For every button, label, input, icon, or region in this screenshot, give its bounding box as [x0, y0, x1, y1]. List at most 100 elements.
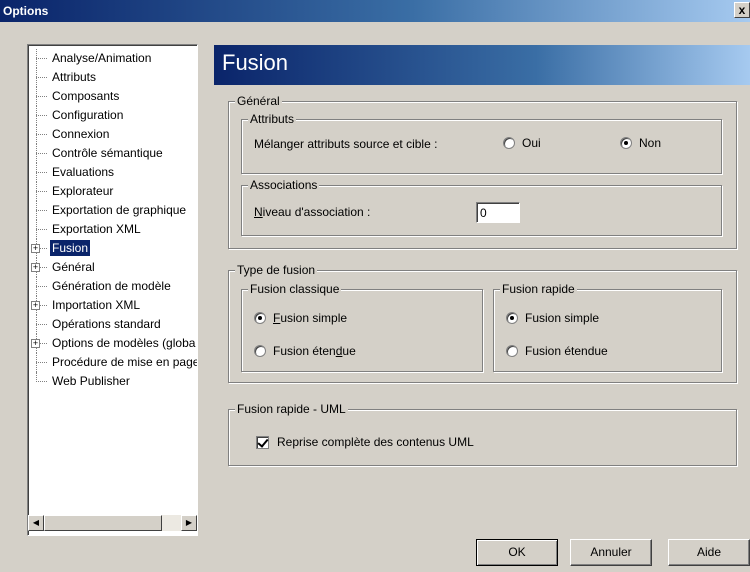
- associations-legend: Associations: [248, 178, 320, 192]
- radio-dot-icon: [506, 345, 518, 357]
- classic-fusion-legend: Fusion classique: [248, 282, 342, 296]
- tree-item[interactable]: Web Publisher: [28, 372, 197, 391]
- tree-branch-line: [36, 172, 47, 173]
- tree-branch-line: [36, 324, 47, 325]
- tree-branch-line: [36, 58, 47, 59]
- page-title: Fusion: [214, 45, 750, 85]
- tree-item[interactable]: Génération de modèle: [28, 277, 197, 296]
- tree-branch-line: [36, 134, 47, 135]
- tree-item[interactable]: Composants: [28, 87, 197, 106]
- tree-branch-line: [36, 77, 47, 78]
- fusion-type-legend: Type de fusion: [235, 263, 318, 277]
- quick-simple-radio[interactable]: Fusion simple: [506, 311, 599, 325]
- help-button[interactable]: Aide: [668, 539, 750, 566]
- tree-item[interactable]: + Importation XML: [28, 296, 197, 315]
- ok-button[interactable]: OK: [476, 539, 558, 566]
- tree-item-label: Opérations standard: [52, 317, 161, 331]
- tree-item-label: Evaluations: [52, 165, 115, 179]
- classic-extended-radio[interactable]: Fusion étendue: [254, 344, 356, 358]
- tree-branch-line: [36, 381, 47, 382]
- radio-dot-icon: [503, 137, 515, 149]
- tree-item[interactable]: Opérations standard: [28, 315, 197, 334]
- scroll-right-button[interactable]: ▶: [181, 515, 197, 531]
- scroll-left-button[interactable]: ◀: [28, 515, 44, 531]
- quick-fusion-legend: Fusion rapide: [500, 282, 577, 296]
- scroll-thumb[interactable]: [44, 515, 162, 531]
- full-uml-content-label: Reprise complète des contenus UML: [277, 435, 474, 449]
- tree-item-label: Importation XML: [52, 298, 141, 312]
- tree-branch-line: [36, 362, 47, 363]
- tree-branch-line: [36, 115, 47, 116]
- tree-item-label: Général: [52, 260, 95, 274]
- classic-simple-label: Fusion simple: [273, 311, 347, 325]
- merge-oui-radio[interactable]: Oui: [503, 136, 541, 150]
- merge-oui-label: Oui: [522, 136, 541, 150]
- tree-item[interactable]: Contrôle sémantique: [28, 144, 197, 163]
- quick-fusion-group: Fusion rapide: [493, 282, 722, 372]
- quick-simple-label: Fusion simple: [525, 311, 600, 325]
- close-button[interactable]: x: [734, 2, 750, 18]
- expand-plus-icon[interactable]: +: [31, 244, 40, 253]
- radio-dot-selected-icon: [506, 312, 518, 324]
- tree-list: Analyse/Animation Attributs Composants Conf…: [28, 49, 197, 391]
- tree-item-label: Attributs: [52, 70, 97, 84]
- tree-item[interactable]: + Général: [28, 258, 197, 277]
- expand-plus-icon[interactable]: +: [31, 263, 40, 272]
- window-title: Options: [3, 4, 49, 18]
- classic-extended-label: Fusion étendue: [273, 344, 356, 358]
- association-level-input[interactable]: 0: [476, 202, 520, 223]
- expand-plus-icon[interactable]: +: [31, 301, 40, 310]
- expand-plus-icon[interactable]: +: [31, 339, 40, 348]
- tree-item[interactable]: + Options de modèles (globa: [28, 334, 197, 353]
- tree-branch-line: [36, 153, 47, 154]
- tree-item-label: Options de modèles (globa: [52, 336, 196, 350]
- association-level-label: Niveau d'association :: [254, 205, 370, 219]
- tree-item[interactable]: Connexion: [28, 125, 197, 144]
- classic-simple-radio[interactable]: Fusion simple: [254, 311, 347, 325]
- merge-non-radio[interactable]: Non: [620, 136, 661, 150]
- tree-item-label: Configuration: [52, 108, 124, 122]
- tree-item-label: Composants: [52, 89, 120, 103]
- tree-item[interactable]: Attributs: [28, 68, 197, 87]
- tree-item[interactable]: Explorateur: [28, 182, 197, 201]
- quick-extended-label: Fusion étendue: [525, 344, 608, 358]
- classic-extended-text-b: ue: [342, 344, 356, 358]
- merge-non-label: Non: [639, 136, 662, 150]
- radio-dot-icon: [254, 345, 266, 357]
- tree-item-label: Procédure de mise en page: [52, 355, 198, 369]
- tree-item[interactable]: Exportation XML: [28, 220, 197, 239]
- cancel-button[interactable]: Annuler: [570, 539, 652, 566]
- association-level-mnemonic: N: [254, 205, 263, 219]
- tree-item[interactable]: Exportation de graphique: [28, 201, 197, 220]
- options-tree[interactable]: Analyse/Animation Attributs Composants Conf…: [27, 44, 198, 536]
- checkmark-icon: [256, 435, 269, 449]
- attributes-legend: Attributs: [248, 112, 297, 126]
- tree-branch-line: [36, 210, 47, 211]
- tree-item-label: Exportation XML: [52, 222, 141, 236]
- tree-item-label: Génération de modèle: [52, 279, 171, 293]
- title-bar: Options x: [0, 0, 750, 22]
- quick-extended-radio[interactable]: Fusion étendue: [506, 344, 608, 358]
- general-legend: Général: [235, 94, 282, 108]
- tree-item[interactable]: Procédure de mise en page: [28, 353, 197, 372]
- quick-uml-legend: Fusion rapide - UML: [235, 402, 348, 416]
- tree-horizontal-scrollbar[interactable]: ◀ ▶: [28, 515, 197, 531]
- tree-item-label: Exportation de graphique: [52, 203, 187, 217]
- tree-branch-line: [36, 96, 47, 97]
- tree-item[interactable]: + Fusion: [28, 239, 197, 258]
- full-uml-content-checkbox[interactable]: Reprise complète des contenus UML: [256, 435, 474, 449]
- tree-branch-line: [36, 229, 47, 230]
- tree-item-label: Contrôle sémantique: [52, 146, 163, 160]
- radio-dot-selected-icon: [620, 137, 632, 149]
- association-level-label-text: iveau d'association :: [262, 205, 371, 219]
- tree-item[interactable]: Evaluations: [28, 163, 197, 182]
- options-dialog: Options x Analyse/Animation Attributs Comp…: [0, 0, 750, 572]
- tree-branch-line: [36, 286, 47, 287]
- tree-item[interactable]: Analyse/Animation: [28, 49, 197, 68]
- tree-item-label: Explorateur: [52, 184, 114, 198]
- radio-dot-selected-icon: [254, 312, 266, 324]
- classic-extended-text-a: Fusion éten: [273, 344, 336, 358]
- tree-item-label: Web Publisher: [52, 374, 130, 388]
- tree-item[interactable]: Configuration: [28, 106, 197, 125]
- merge-attributes-label: Mélanger attributs source et cible :: [254, 137, 438, 151]
